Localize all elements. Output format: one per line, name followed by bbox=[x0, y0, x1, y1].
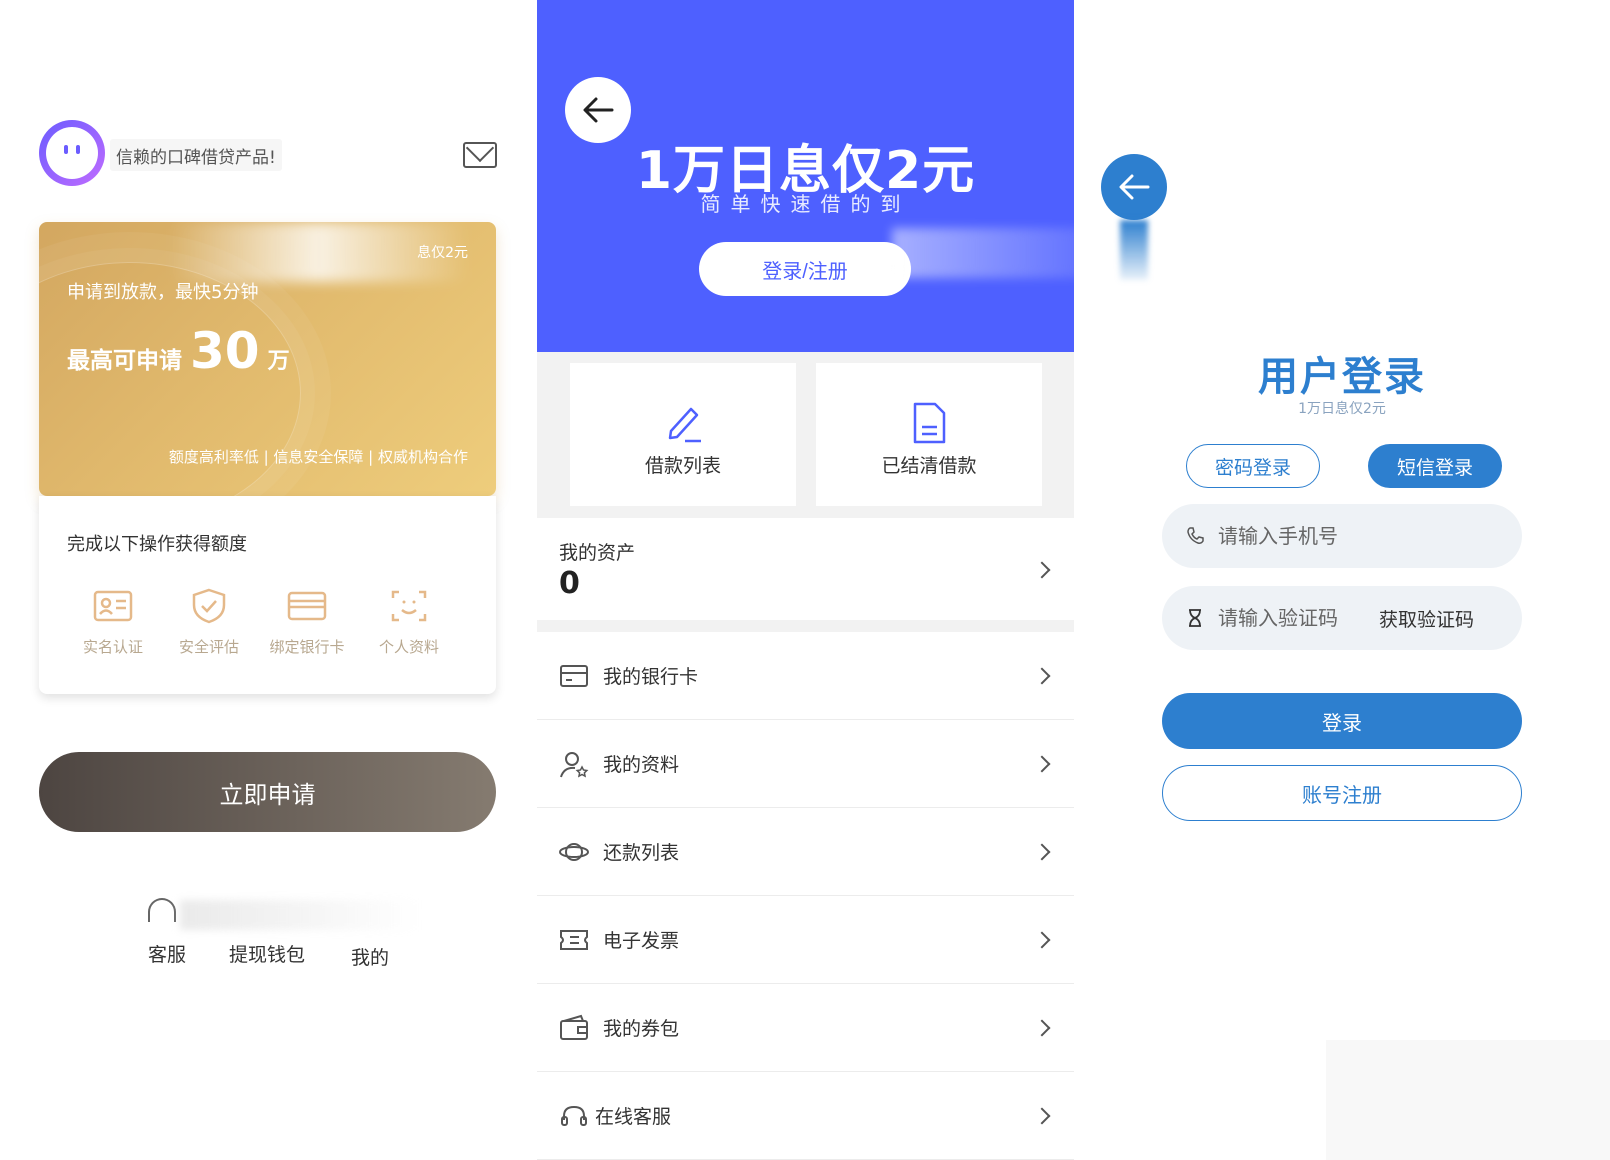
register-button[interactable]: 账号注册 bbox=[1162, 765, 1522, 821]
back-button[interactable] bbox=[1101, 154, 1167, 220]
phone-field bbox=[1162, 504, 1522, 568]
document-icon bbox=[913, 402, 946, 444]
steps-title: 完成以下操作获得额度 bbox=[67, 534, 247, 555]
headset-icon bbox=[561, 1105, 587, 1126]
tile-loan-list[interactable]: 借款列表 bbox=[570, 363, 796, 506]
menu-online-service[interactable]: 在线客服 bbox=[537, 1072, 1074, 1160]
menu-profile[interactable]: 我的资料 bbox=[537, 720, 1074, 808]
banner-subtitle: 申请到放款，最快5分钟 bbox=[67, 282, 259, 303]
chevron-right-icon bbox=[1033, 667, 1051, 685]
nav-wallet[interactable]: 提现钱包 bbox=[229, 940, 305, 967]
headset-icon bbox=[148, 898, 176, 922]
step-label: 安全评估 bbox=[178, 638, 239, 656]
tab-sms-login[interactable]: 短信登录 bbox=[1368, 444, 1502, 488]
asset-row[interactable]: 我的资产 0 bbox=[537, 518, 1074, 620]
asset-value: 0 bbox=[559, 566, 580, 601]
menu-label: 还款列表 bbox=[603, 842, 680, 864]
menu-coupon-wallet[interactable]: 我的券包 bbox=[537, 984, 1074, 1072]
back-smear bbox=[1120, 220, 1148, 280]
bank-card-icon bbox=[287, 591, 327, 621]
hero-banner: 1万日息仅2元 简单快速借的到 登录/注册 bbox=[537, 0, 1092, 352]
credit-card-banner: 息仅2元 申请到放款，最快5分钟 最高可申请 30 万 额度高利率低 | 信息安… bbox=[39, 222, 496, 496]
tile-label: 已结清借款 bbox=[881, 455, 977, 477]
login-register-button[interactable]: 登录/注册 bbox=[699, 242, 911, 296]
menu-label: 我的资料 bbox=[603, 754, 680, 776]
step-realname[interactable]: 实名认证 bbox=[63, 588, 163, 657]
code-field: 获取验证码 bbox=[1162, 586, 1522, 650]
chevron-right-icon bbox=[1033, 931, 1051, 949]
step-label: 实名认证 bbox=[82, 638, 143, 656]
banner-features: 额度高利率低 | 信息安全保障 | 权威机构合作 bbox=[168, 448, 468, 466]
menu-bank-card[interactable]: 我的银行卡 bbox=[537, 632, 1074, 720]
step-label: 个人资料 bbox=[378, 638, 439, 656]
tile-settled-loans[interactable]: 已结清借款 bbox=[816, 363, 1042, 506]
bank-card-icon bbox=[560, 664, 588, 687]
login-subtitle: 1万日息仅2元 bbox=[1298, 401, 1386, 417]
login-title: 用户登录 bbox=[1258, 354, 1426, 400]
step-profile[interactable]: 个人资料 bbox=[359, 588, 459, 657]
chevron-right-icon bbox=[1033, 843, 1051, 861]
arrow-left-icon bbox=[1119, 174, 1150, 200]
tile-label: 借款列表 bbox=[644, 455, 721, 477]
mine-menu: 我的银行卡 我的资料 还款列表 电子发票 我的券包 在线客服 bbox=[537, 632, 1074, 1160]
id-card-icon bbox=[93, 590, 133, 622]
user-star-icon bbox=[560, 751, 589, 777]
asset-label: 我的资产 bbox=[559, 542, 636, 564]
wallet-icon bbox=[560, 1014, 588, 1040]
get-code-button[interactable]: 获取验证码 bbox=[1379, 605, 1474, 632]
mine-screen: 1万日息仅2元 简单快速借的到 登录/注册 借款列表 已结清借款 我的资产 0 … bbox=[537, 0, 1092, 1160]
chevron-right-icon bbox=[1033, 1019, 1051, 1037]
max-amount-unit: 万 bbox=[267, 349, 290, 374]
step-security[interactable]: 安全评估 bbox=[159, 588, 259, 657]
phone-input[interactable] bbox=[1218, 516, 1398, 556]
banner-tag: 息仅2元 bbox=[417, 245, 468, 261]
step-label: 绑定银行卡 bbox=[269, 638, 345, 656]
menu-repayment-list[interactable]: 还款列表 bbox=[537, 808, 1074, 896]
hero-blur bbox=[892, 228, 1092, 278]
max-amount: 最高可申请 30 万 bbox=[67, 322, 290, 380]
menu-e-invoice[interactable]: 电子发票 bbox=[537, 896, 1074, 984]
steps-card: 完成以下操作获得额度 实名认证 安全评估 绑定银行卡 个人资料 bbox=[39, 496, 496, 694]
login-screen: 用户登录 1万日息仅2元 密码登录 短信登录 获取验证码 登录 账号注册 bbox=[1074, 0, 1610, 1160]
mail-icon[interactable] bbox=[463, 142, 497, 168]
shield-icon bbox=[192, 588, 226, 624]
menu-label: 我的银行卡 bbox=[603, 666, 699, 688]
slogan: 信赖的口碑借贷产品! bbox=[110, 139, 282, 171]
home-screen: 信赖的口碑借贷产品! 息仅2元 申请到放款，最快5分钟 最高可申请 30 万 额… bbox=[0, 0, 537, 1160]
menu-label: 我的券包 bbox=[603, 1018, 680, 1040]
arrow-left-icon bbox=[583, 97, 614, 123]
chevron-right-icon bbox=[1033, 1107, 1051, 1125]
chevron-right-icon bbox=[1033, 561, 1051, 579]
step-bindcard[interactable]: 绑定银行卡 bbox=[257, 588, 357, 657]
edit-pen-icon bbox=[668, 407, 701, 443]
ticket-icon bbox=[560, 929, 588, 950]
code-input[interactable] bbox=[1218, 598, 1398, 638]
nav-blur bbox=[180, 900, 420, 930]
menu-label: 电子发票 bbox=[603, 930, 680, 952]
hourglass-icon bbox=[1189, 609, 1201, 627]
face-scan-icon bbox=[391, 590, 427, 622]
max-amount-value: 30 bbox=[190, 322, 260, 380]
max-amount-label: 最高可申请 bbox=[67, 348, 182, 374]
tab-password-login[interactable]: 密码登录 bbox=[1186, 444, 1320, 488]
login-button[interactable]: 登录 bbox=[1162, 693, 1522, 749]
avatar[interactable] bbox=[39, 120, 105, 186]
corner-panel bbox=[1326, 1040, 1610, 1160]
nav-mine[interactable]: 我的 bbox=[351, 943, 389, 970]
hero-subtitle: 简单快速借的到 bbox=[700, 192, 911, 216]
menu-label: 在线客服 bbox=[595, 1106, 672, 1128]
chevron-right-icon bbox=[1033, 755, 1051, 773]
planet-icon bbox=[559, 842, 589, 861]
apply-button[interactable]: 立即申请 bbox=[39, 752, 496, 832]
phone-icon bbox=[1187, 527, 1204, 544]
avatar-face-icon bbox=[46, 127, 98, 179]
nav-customer-service[interactable]: 客服 bbox=[148, 940, 186, 967]
